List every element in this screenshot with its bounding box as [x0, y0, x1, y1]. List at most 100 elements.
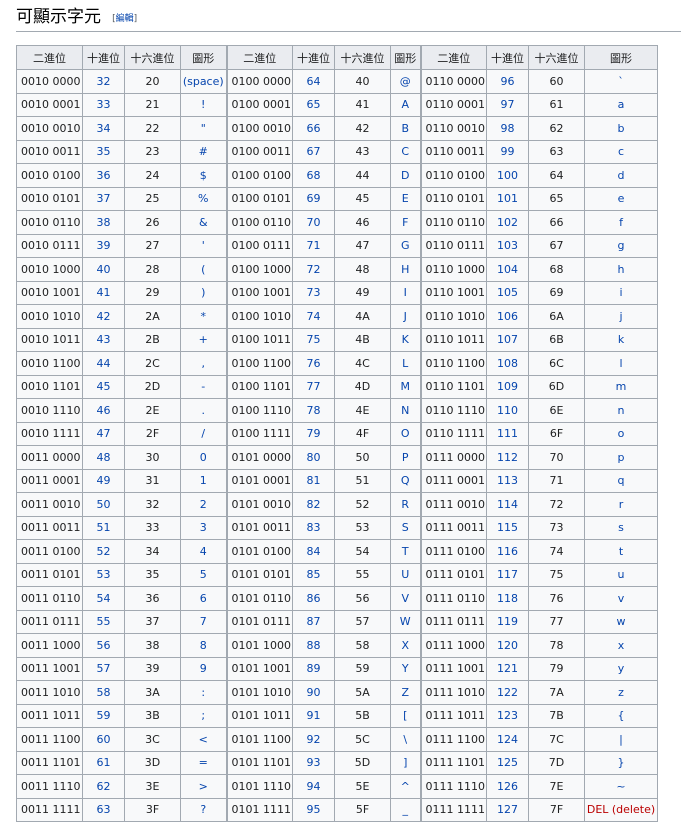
- glyph-link[interactable]: $: [180, 163, 227, 188]
- glyph-link[interactable]: c: [584, 139, 658, 164]
- glyph-link[interactable]: F: [390, 210, 421, 235]
- glyph-link[interactable]: p: [584, 445, 658, 470]
- glyph-link[interactable]: ^: [390, 774, 421, 799]
- decimal-link[interactable]: 120: [486, 633, 529, 658]
- glyph-link[interactable]: +: [180, 327, 227, 352]
- glyph-link[interactable]: 7: [180, 609, 227, 634]
- decimal-link[interactable]: 48: [82, 445, 125, 470]
- decimal-link[interactable]: 96: [486, 69, 529, 94]
- glyph-link[interactable]: l: [584, 351, 658, 376]
- glyph-link[interactable]: [: [390, 703, 421, 728]
- decimal-link[interactable]: 100: [486, 163, 529, 188]
- decimal-link[interactable]: 118: [486, 586, 529, 611]
- glyph-link[interactable]: (space): [180, 69, 227, 94]
- decimal-link[interactable]: 115: [486, 515, 529, 540]
- glyph-link[interactable]: X: [390, 633, 421, 658]
- decimal-link[interactable]: 35: [82, 139, 125, 164]
- decimal-link[interactable]: 73: [292, 280, 335, 305]
- decimal-link[interactable]: 119: [486, 609, 529, 634]
- decimal-link[interactable]: 61: [82, 750, 125, 775]
- glyph-link[interactable]: ;: [180, 703, 227, 728]
- decimal-link[interactable]: 76: [292, 351, 335, 376]
- glyph-link[interactable]: s: [584, 515, 658, 540]
- glyph-link[interactable]: k: [584, 327, 658, 352]
- decimal-link[interactable]: 106: [486, 304, 529, 329]
- glyph-link[interactable]: D: [390, 163, 421, 188]
- glyph-link[interactable]: (: [180, 257, 227, 282]
- decimal-link[interactable]: 99: [486, 139, 529, 164]
- decimal-link[interactable]: 60: [82, 727, 125, 752]
- glyph-link[interactable]: 2: [180, 492, 227, 517]
- glyph-link[interactable]: `: [584, 69, 658, 94]
- glyph-link[interactable]: {: [584, 703, 658, 728]
- decimal-link[interactable]: 50: [82, 492, 125, 517]
- glyph-link[interactable]: V: [390, 586, 421, 611]
- decimal-link[interactable]: 36: [82, 163, 125, 188]
- decimal-link[interactable]: 57: [82, 656, 125, 681]
- decimal-link[interactable]: 75: [292, 327, 335, 352]
- decimal-link[interactable]: 122: [486, 680, 529, 705]
- glyph-link[interactable]: T: [390, 539, 421, 564]
- glyph-link[interactable]: U: [390, 562, 421, 587]
- decimal-link[interactable]: 107: [486, 327, 529, 352]
- decimal-link[interactable]: 72: [292, 257, 335, 282]
- glyph-link[interactable]: j: [584, 304, 658, 329]
- decimal-link[interactable]: 93: [292, 750, 335, 775]
- decimal-link[interactable]: 102: [486, 210, 529, 235]
- decimal-link[interactable]: 44: [82, 351, 125, 376]
- glyph-link[interactable]: #: [180, 139, 227, 164]
- decimal-link[interactable]: 83: [292, 515, 335, 540]
- glyph-link[interactable]: x: [584, 633, 658, 658]
- decimal-link[interactable]: 40: [82, 257, 125, 282]
- glyph-link[interactable]: H: [390, 257, 421, 282]
- decimal-link[interactable]: 49: [82, 468, 125, 493]
- decimal-link[interactable]: 47: [82, 421, 125, 446]
- glyph-link[interactable]: M: [390, 374, 421, 399]
- glyph-link[interactable]: ]: [390, 750, 421, 775]
- decimal-link[interactable]: 41: [82, 280, 125, 305]
- glyph-link[interactable]: ': [180, 233, 227, 258]
- glyph-link[interactable]: R: [390, 492, 421, 517]
- decimal-link[interactable]: 77: [292, 374, 335, 399]
- decimal-link[interactable]: 88: [292, 633, 335, 658]
- decimal-link[interactable]: 32: [82, 69, 125, 94]
- glyph-link[interactable]: !: [180, 92, 227, 117]
- glyph-link[interactable]: m: [584, 374, 658, 399]
- glyph-link[interactable]: /: [180, 421, 227, 446]
- decimal-link[interactable]: 74: [292, 304, 335, 329]
- glyph-link[interactable]: b: [584, 116, 658, 141]
- glyph-link[interactable]: ,: [180, 351, 227, 376]
- edit-section-link[interactable]: 編輯: [116, 14, 134, 24]
- decimal-link[interactable]: 105: [486, 280, 529, 305]
- decimal-link[interactable]: 95: [292, 797, 335, 822]
- glyph-link[interactable]: y: [584, 656, 658, 681]
- glyph-link[interactable]: a: [584, 92, 658, 117]
- glyph-link[interactable]: z: [584, 680, 658, 705]
- decimal-link[interactable]: 123: [486, 703, 529, 728]
- decimal-link[interactable]: 110: [486, 398, 529, 423]
- glyph-link[interactable]: :: [180, 680, 227, 705]
- decimal-link[interactable]: 114: [486, 492, 529, 517]
- glyph-link[interactable]: d: [584, 163, 658, 188]
- glyph-link[interactable]: I: [390, 280, 421, 305]
- decimal-link[interactable]: 59: [82, 703, 125, 728]
- glyph-link[interactable]: J: [390, 304, 421, 329]
- decimal-link[interactable]: 53: [82, 562, 125, 587]
- decimal-link[interactable]: 101: [486, 186, 529, 211]
- decimal-link[interactable]: 55: [82, 609, 125, 634]
- decimal-link[interactable]: 52: [82, 539, 125, 564]
- decimal-link[interactable]: 124: [486, 727, 529, 752]
- decimal-link[interactable]: 121: [486, 656, 529, 681]
- decimal-link[interactable]: 104: [486, 257, 529, 282]
- decimal-link[interactable]: 62: [82, 774, 125, 799]
- glyph-link[interactable]: 4: [180, 539, 227, 564]
- glyph-link[interactable]: o: [584, 421, 658, 446]
- glyph-link[interactable]: r: [584, 492, 658, 517]
- decimal-link[interactable]: 91: [292, 703, 335, 728]
- decimal-link[interactable]: 127: [486, 797, 529, 822]
- decimal-link[interactable]: 78: [292, 398, 335, 423]
- glyph-link[interactable]: t: [584, 539, 658, 564]
- glyph-link[interactable]: _: [390, 797, 421, 822]
- decimal-link[interactable]: 39: [82, 233, 125, 258]
- glyph-link[interactable]: v: [584, 586, 658, 611]
